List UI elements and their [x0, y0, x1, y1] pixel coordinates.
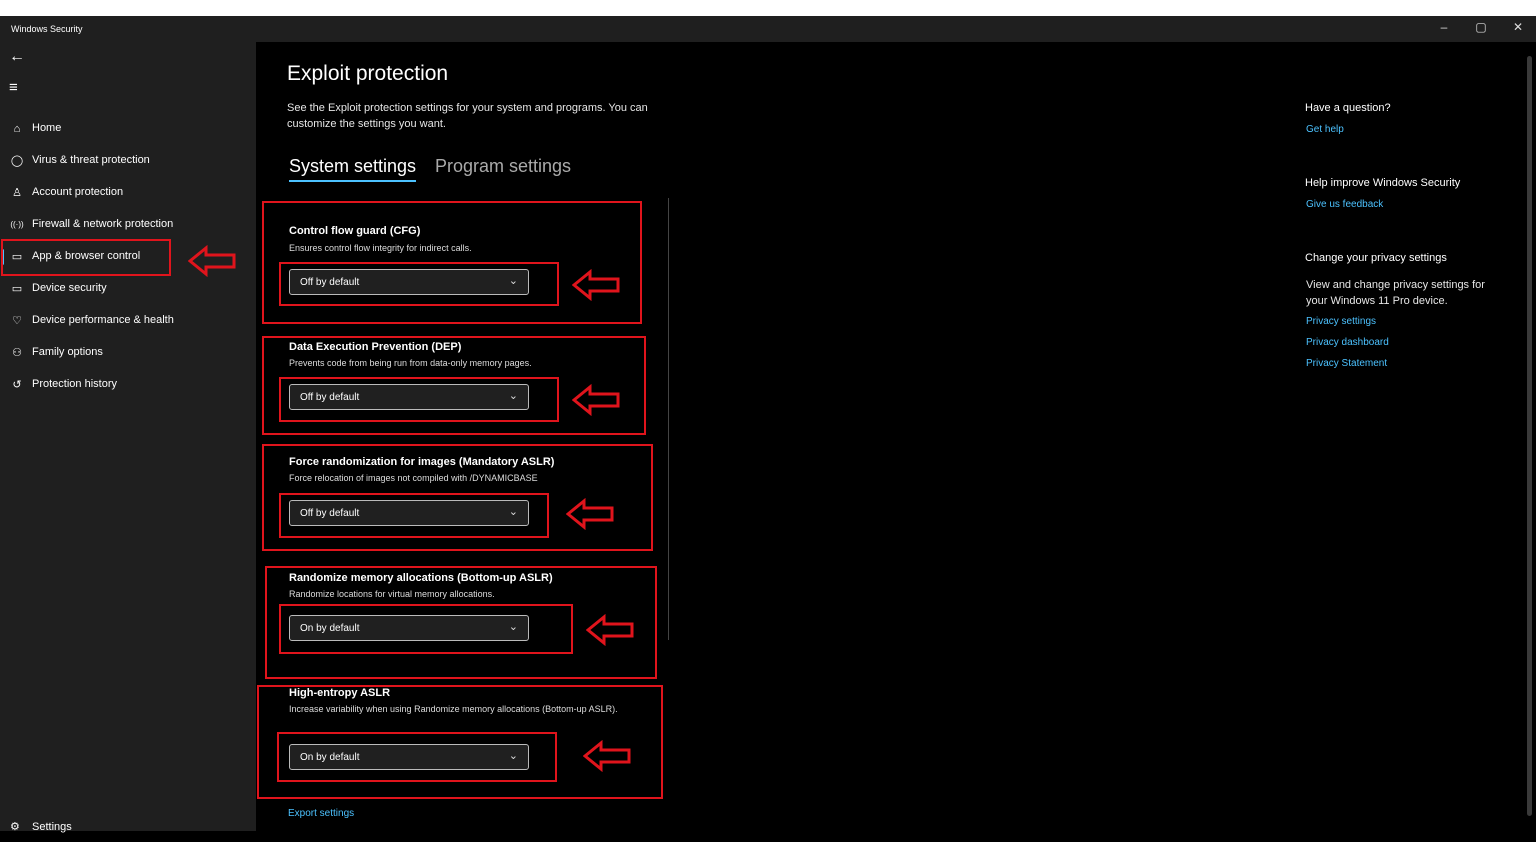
sidebar-item-firewall-network-protection[interactable]: ((·)) Firewall & network protection [0, 210, 256, 240]
person-icon: ♙ [12, 187, 22, 199]
sidebar-item-label: Protection history [32, 378, 117, 390]
page-description: See the Exploit protection settings for … [287, 102, 648, 130]
sidebar-item-device-performance-health[interactable]: ♡ Device performance & health [0, 306, 256, 336]
annotation-highlight-box [1, 239, 171, 276]
annotation-arrow-icon [572, 269, 620, 301]
vertical-divider [668, 198, 669, 640]
tab-program-settings[interactable]: Program settings [435, 156, 571, 177]
annotation-arrow-icon [566, 498, 614, 530]
gear-icon: ⚙ [10, 821, 20, 833]
home-icon: ⌂ [13, 123, 21, 135]
title-bar: Windows Security – ▢ ✕ [0, 16, 1536, 42]
sidebar-item-label: Family options [32, 346, 103, 358]
annotation-dropdown-box [279, 604, 573, 654]
close-button[interactable]: ✕ [1508, 20, 1528, 34]
annotation-arrow-icon [586, 614, 634, 646]
family-icon: ⚇ [12, 347, 22, 359]
improve-heading: Help improve Windows Security [1305, 177, 1461, 189]
sidebar-item-label: Firewall & network protection [32, 218, 174, 230]
wifi-signal-icon: ((·)) [10, 220, 24, 229]
annotation-dropdown-box [279, 493, 549, 538]
privacy-statement-link[interactable]: Privacy Statement [1306, 358, 1387, 369]
annotation-arrow-icon [572, 384, 620, 416]
sidebar-item-family-options[interactable]: ⚇ Family options [0, 338, 256, 368]
sidebar: ← ≡ ⌂ Home ◯ Virus & threat protection ♙… [0, 42, 256, 833]
privacy-description: View and change privacy settings for you… [1306, 279, 1485, 307]
sidebar-item-protection-history[interactable]: ↺ Protection history [0, 370, 256, 400]
annotation-dropdown-box [279, 262, 559, 306]
tab-selected-indicator [289, 180, 416, 182]
annotation-dropdown-box [279, 377, 559, 422]
app-title: Windows Security [11, 24, 83, 34]
sidebar-item-label: Device performance & health [32, 314, 174, 326]
privacy-heading: Change your privacy settings [1305, 252, 1447, 264]
question-heading: Have a question? [1305, 102, 1391, 114]
hamburger-menu-icon[interactable]: ≡ [9, 79, 18, 96]
sidebar-item-label: Settings [32, 821, 72, 833]
scrollbar[interactable] [1527, 56, 1532, 816]
privacy-dashboard-link[interactable]: Privacy dashboard [1306, 337, 1389, 348]
feedback-link[interactable]: Give us feedback [1306, 199, 1383, 210]
back-arrow-icon[interactable]: ← [9, 48, 25, 66]
sidebar-item-label: Virus & threat protection [32, 154, 150, 166]
tab-system-settings[interactable]: System settings [289, 156, 416, 177]
sidebar-item-settings[interactable]: ⚙ Settings [0, 812, 256, 842]
annotation-arrow-icon [188, 245, 236, 277]
get-help-link[interactable]: Get help [1306, 124, 1344, 135]
history-icon: ↺ [12, 379, 22, 391]
sidebar-item-label: Account protection [32, 186, 124, 198]
laptop-icon: ▭ [11, 283, 23, 295]
maximize-button[interactable]: ▢ [1471, 20, 1491, 34]
page-title: Exploit protection [287, 62, 449, 85]
sidebar-item-virus-threat-protection[interactable]: ◯ Virus & threat protection [0, 146, 256, 176]
annotation-dropdown-box [277, 732, 557, 782]
sidebar-item-home[interactable]: ⌂ Home [0, 114, 256, 144]
export-settings-link[interactable]: Export settings [288, 808, 354, 819]
sidebar-item-account-protection[interactable]: ♙ Account protection [0, 178, 256, 208]
heart-pulse-icon: ♡ [12, 315, 22, 327]
annotation-arrow-icon [583, 740, 631, 772]
shield-icon: ◯ [10, 155, 24, 167]
sidebar-item-label: Home [32, 122, 62, 134]
minimize-button[interactable]: – [1434, 20, 1454, 34]
privacy-settings-link[interactable]: Privacy settings [1306, 316, 1376, 327]
sidebar-item-device-security[interactable]: ▭ Device security [0, 274, 256, 304]
top-strip [0, 0, 1536, 16]
sidebar-item-label: Device security [32, 282, 107, 294]
